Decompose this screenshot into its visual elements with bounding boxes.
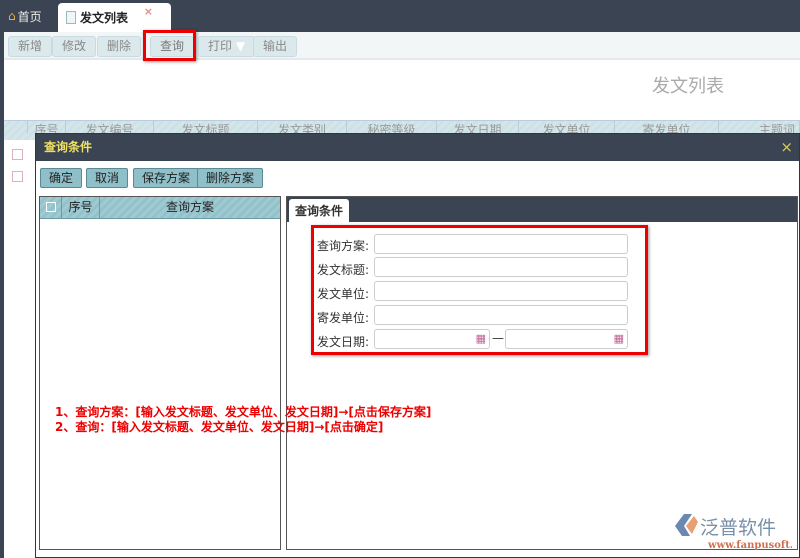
dialog-title: 查询条件 — [36, 134, 799, 161]
form-tab-bar — [287, 197, 797, 222]
home-icon: ⌂ — [8, 9, 16, 23]
page-title: 发文列表 — [652, 76, 724, 97]
scheme-list-panel: 序号 查询方案 — [39, 196, 281, 550]
row-checkbox[interactable] — [12, 171, 23, 182]
close-icon[interactable]: × — [780, 134, 793, 161]
scheme-list-header: 序号 查询方案 — [40, 197, 280, 219]
tab-home[interactable]: ⌂ 首页 — [8, 0, 42, 32]
dropdown-arrow-icon: ▼ — [235, 39, 246, 53]
query-dialog: 查询条件 × 确定 取消 保存方案 删除方案 序号 查询方案 查询条件 查询方案… — [35, 133, 800, 558]
highlight-box — [143, 30, 196, 61]
column-header: 查询方案 — [165, 200, 214, 214]
column-header: 序号 — [62, 197, 100, 218]
tab-document-list[interactable]: 发文列表 × — [58, 3, 171, 32]
query-form-panel: 查询条件 查询方案: 发文标题: 发文单位: 寄发单位: 发文日期: ▦ — ▦ — [286, 196, 798, 550]
column-header[interactable]: 发文标题 — [154, 121, 258, 133]
column-header[interactable]: 发文单位 — [519, 121, 615, 133]
cancel-button[interactable]: 取消 — [86, 168, 129, 188]
column-header[interactable]: 寄发单位 — [615, 121, 719, 133]
edit-button[interactable]: 修改 — [52, 36, 97, 57]
export-button[interactable]: 输出 — [253, 36, 298, 57]
row-checkbox[interactable] — [12, 149, 23, 160]
column-header[interactable]: 发文日期 — [437, 121, 519, 133]
column-header[interactable]: 发文类别 — [258, 121, 347, 133]
close-tab-icon[interactable]: × — [144, 5, 153, 18]
svg-text:www.fanpusoft.com: www.fanpusoft.com — [707, 540, 792, 550]
print-button[interactable]: 打印 ▼ — [198, 36, 256, 57]
column-header[interactable]: 序号 — [28, 121, 66, 133]
delete-button[interactable]: 删除 — [97, 36, 142, 57]
column-header[interactable]: 发文编号 — [66, 121, 154, 133]
fanpusoft-logo: 泛普软件 www.fanpusoft.com — [670, 508, 800, 551]
document-icon — [66, 11, 76, 24]
select-all-checkbox[interactable] — [40, 197, 62, 218]
tab-query-conditions[interactable]: 查询条件 — [289, 199, 349, 223]
save-scheme-button[interactable]: 保存方案 — [133, 168, 200, 188]
toolbar: 新增 修改 删除 查询 打印 ▼ 输出 — [4, 30, 800, 61]
delete-scheme-button[interactable]: 删除方案 — [197, 168, 264, 188]
select-all-checkbox[interactable] — [4, 121, 28, 133]
highlight-box — [311, 225, 648, 355]
svg-text:泛普软件: 泛普软件 — [700, 517, 776, 539]
column-header[interactable]: 秘密等级 — [347, 121, 437, 133]
ok-button[interactable]: 确定 — [40, 168, 83, 188]
instruction-note: 2、查询：[输入发文标题、发文单位、发文日期]→[点击确定] — [55, 420, 384, 434]
column-header[interactable]: 主题词 — [719, 121, 800, 133]
add-button[interactable]: 新增 — [8, 36, 53, 57]
logo-mark-icon: 泛普软件 www.fanpusoft.com — [675, 514, 800, 551]
